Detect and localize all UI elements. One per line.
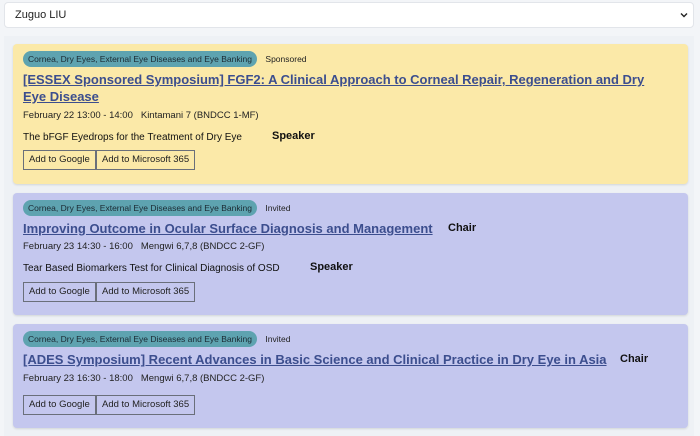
chevron-down-icon bbox=[680, 13, 688, 18]
session-location: Mengwi 6,7,8 (BNDCC 2-GF) bbox=[140, 241, 265, 252]
session-card: Cornea, Dry Eyes, External Eye Diseases … bbox=[13, 44, 688, 184]
session-datetime: February 23 16:30 - 18:00 bbox=[23, 373, 133, 384]
session-title-link[interactable]: [ESSEX Sponsored Symposium] FGF2: A Clin… bbox=[23, 71, 644, 105]
session-card: Cornea, Dry Eyes, External Eye Diseases … bbox=[13, 324, 688, 428]
session-title-line: [ESSEX Sponsored Symposium] FGF2: A Clin… bbox=[23, 72, 645, 87]
session-location: Kintamani 7 (BNDCC 1-MF) bbox=[140, 110, 259, 121]
session-tags: Cornea, Dry Eyes, External Eye Diseases … bbox=[23, 51, 307, 67]
session-role: Chair bbox=[448, 222, 477, 234]
speaker-select[interactable]: Zuguo LIU bbox=[4, 2, 694, 28]
session-tags: Cornea, Dry Eyes, External Eye Diseases … bbox=[23, 200, 290, 216]
talk-role: Speaker bbox=[310, 261, 353, 273]
session-datetime: February 22 13:00 - 14:00 bbox=[23, 110, 133, 121]
session-meta: February 23 16:30 - 18:00 Mengwi 6,7,8 (B… bbox=[23, 373, 264, 384]
session-type-label: Sponsored bbox=[265, 54, 307, 64]
category-tag: Cornea, Dry Eyes, External Eye Diseases … bbox=[23, 51, 257, 67]
add-to-google-button[interactable]: Add to Google bbox=[23, 282, 96, 302]
session-role: Chair bbox=[620, 353, 649, 365]
talk-title: The bFGF Eyedrops for the Treatment of D… bbox=[23, 132, 242, 143]
session-type-label: Invited bbox=[265, 203, 291, 213]
category-tag: Cornea, Dry Eyes, External Eye Diseases … bbox=[23, 200, 257, 216]
session-card: Cornea, Dry Eyes, External Eye Diseases … bbox=[13, 193, 688, 315]
session-meta: February 22 13:00 - 14:00 Kintamani 7 (BN… bbox=[23, 110, 259, 121]
session-title-link[interactable]: Improving Outcome in Ocular Surface Diag… bbox=[23, 220, 433, 237]
session-title-line: Eye Disease bbox=[23, 89, 99, 104]
add-to-google-button[interactable]: Add to Google bbox=[23, 395, 96, 415]
add-to-microsoft-365-button[interactable]: Add to Microsoft 365 bbox=[96, 150, 196, 170]
sessions-list: Cornea, Dry Eyes, External Eye Diseases … bbox=[4, 36, 694, 436]
talk-role: Speaker bbox=[272, 130, 315, 142]
add-to-microsoft-365-button[interactable]: Add to Microsoft 365 bbox=[96, 282, 196, 302]
category-tag: Cornea, Dry Eyes, External Eye Diseases … bbox=[23, 331, 257, 347]
session-location: Mengwi 6,7,8 (BNDCC 2-GF) bbox=[140, 373, 265, 384]
session-tags: Cornea, Dry Eyes, External Eye Diseases … bbox=[23, 331, 290, 347]
session-title-link[interactable]: [ADES Symposium] Recent Advances in Basi… bbox=[23, 351, 607, 368]
add-to-google-button[interactable]: Add to Google bbox=[23, 150, 96, 170]
speaker-select-value: Zuguo LIU bbox=[15, 9, 67, 21]
session-type-label: Invited bbox=[265, 334, 291, 344]
talk-title: Tear Based Biomarkers Test for Clinical … bbox=[23, 263, 280, 274]
add-to-microsoft-365-button[interactable]: Add to Microsoft 365 bbox=[96, 395, 196, 415]
session-meta: February 23 14:30 - 16:00 Mengwi 6,7,8 (B… bbox=[23, 241, 264, 252]
session-datetime: February 23 14:30 - 16:00 bbox=[23, 241, 133, 252]
